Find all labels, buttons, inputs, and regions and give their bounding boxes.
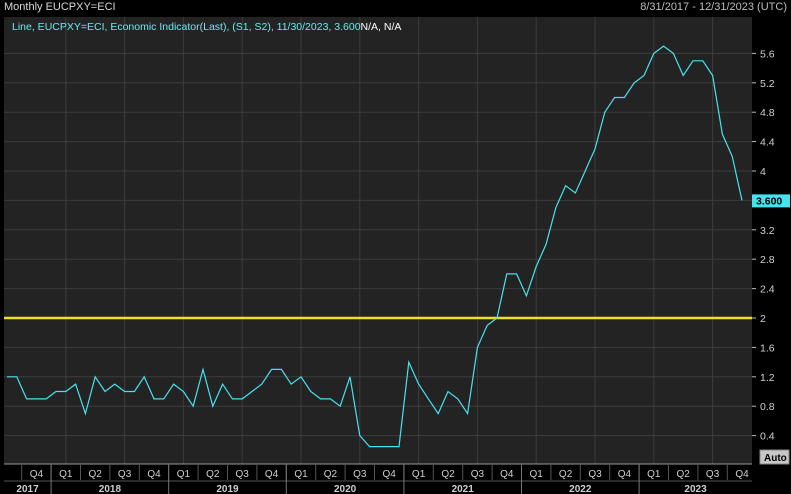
x-quarter-label: Q2 bbox=[559, 469, 573, 480]
auto-scale-button[interactable]: Auto bbox=[759, 449, 790, 465]
x-quarter-label: Q2 bbox=[324, 469, 338, 480]
y-tick-label: 5.6 bbox=[760, 48, 775, 60]
y-tick-label: 4.8 bbox=[760, 107, 775, 119]
x-quarter-label: Q4 bbox=[30, 469, 44, 480]
x-year-label: 2018 bbox=[99, 484, 122, 494]
plot-area bbox=[4, 17, 752, 464]
y-tick-label: 2 bbox=[760, 313, 766, 325]
x-axis: Q4 Q1 Q2 Q3 Q4 Q1 Q2 Q3 Q4 Q1 Q2 Q3 Q4 Q1 Q2 Q3 Q4 Q1 Q2 Q3… bbox=[4, 463, 752, 494]
x-quarter-label: Q1 bbox=[647, 469, 661, 480]
y-tick-label: 4.4 bbox=[760, 137, 775, 149]
legend-series-text: Line, EUCPXY=ECI, Economic Indicator(Las… bbox=[12, 21, 361, 33]
x-quarter-label: Q1 bbox=[177, 469, 191, 480]
x-quarter-label: Q4 bbox=[265, 469, 279, 480]
x-quarter-label: Q3 bbox=[588, 469, 602, 480]
y-tick-label: 0.8 bbox=[760, 401, 775, 413]
y-tick-label: 3.2 bbox=[760, 225, 775, 237]
title-bar: Monthly EUCPXY=ECI 8/31/2017 - 12/31/202… bbox=[0, 0, 791, 16]
line-chart[interactable]: Line, EUCPXY=ECI, Economic Indicator(Las… bbox=[0, 16, 791, 494]
x-year-label: 2017 bbox=[16, 484, 39, 494]
x-quarter-label: Q2 bbox=[441, 469, 455, 480]
x-quarter-label: Q2 bbox=[677, 469, 691, 480]
x-year-label: 2022 bbox=[569, 484, 592, 494]
x-quarter-label: Q1 bbox=[59, 469, 73, 480]
y-tick-label: 1.6 bbox=[760, 342, 775, 354]
y-tick-label: 4 bbox=[760, 166, 766, 178]
auto-scale-label: Auto bbox=[764, 453, 787, 464]
x-quarter-label: Q4 bbox=[383, 469, 397, 480]
chart-title: Monthly EUCPXY=ECI bbox=[4, 1, 116, 13]
x-quarter-label: Q4 bbox=[500, 469, 514, 480]
last-value-label: 3.600 bbox=[756, 195, 782, 207]
y-tick-label: 2.4 bbox=[760, 284, 775, 296]
x-year-label: 2020 bbox=[334, 484, 357, 494]
date-range: 8/31/2017 - 12/31/2023 (UTC) bbox=[640, 1, 787, 13]
legend-na-text: N/A, N/A bbox=[361, 21, 402, 33]
legend-text: Line, EUCPXY=ECI, Economic Indicator(Las… bbox=[12, 21, 401, 33]
x-quarter-label: Q4 bbox=[147, 469, 161, 480]
x-quarter-label: Q3 bbox=[353, 469, 367, 480]
y-tick-label: 2.8 bbox=[760, 254, 775, 266]
y-tick-label: 0.4 bbox=[760, 431, 775, 443]
last-value-marker: 3.600 bbox=[752, 194, 790, 208]
x-year-label: 2023 bbox=[684, 484, 707, 494]
x-quarter-label: Q2 bbox=[206, 469, 220, 480]
x-quarter-label: Q3 bbox=[236, 469, 250, 480]
x-quarter-label: Q3 bbox=[118, 469, 132, 480]
x-quarter-label: Q3 bbox=[471, 469, 485, 480]
x-year-label: 2021 bbox=[452, 484, 475, 494]
x-quarter-label: Q1 bbox=[294, 469, 308, 480]
x-quarter-label: Q4 bbox=[735, 469, 749, 480]
x-quarter-label: Q3 bbox=[706, 469, 720, 480]
x-quarter-label: Q2 bbox=[89, 469, 103, 480]
y-tick-label: 5.2 bbox=[760, 78, 775, 90]
x-quarter-label: Q1 bbox=[530, 469, 544, 480]
x-year-label: 2019 bbox=[216, 484, 239, 494]
x-quarter-label: Q4 bbox=[618, 469, 632, 480]
y-axis: 0.40.81.21.622.42.83.23.644.44.85.25.6 bbox=[752, 48, 775, 443]
y-tick-label: 1.2 bbox=[760, 372, 775, 384]
x-quarter-label: Q1 bbox=[412, 469, 426, 480]
